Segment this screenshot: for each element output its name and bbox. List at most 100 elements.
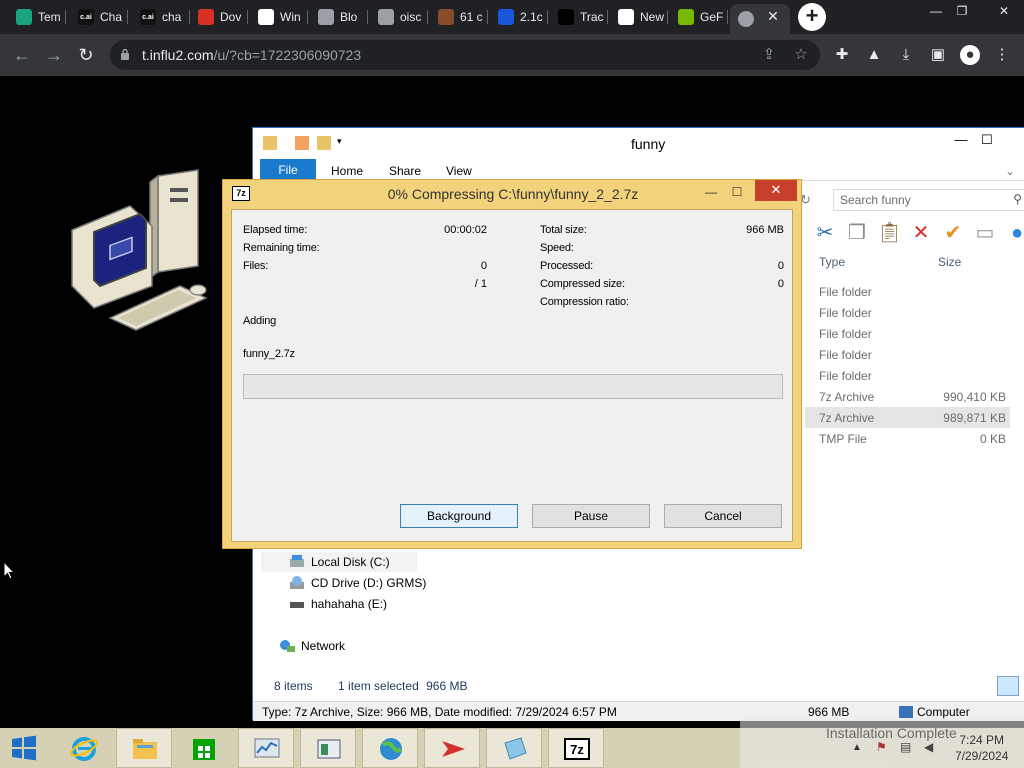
tab-1[interactable]: c.ai Cha <box>70 3 128 31</box>
download-icon[interactable]: ⤓ <box>896 45 916 65</box>
tab-label: GeF <box>700 10 724 24</box>
taskbar-red-arrow-app[interactable] <box>424 728 480 768</box>
cancel-button[interactable]: Cancel <box>664 504 782 528</box>
tab-7[interactable]: 61 c <box>430 3 488 31</box>
compress-progress-dialog: 7z 0% Compressing C:\funny\funny_2_2.7z … <box>222 179 802 549</box>
taskbar-control-panel[interactable] <box>300 728 356 768</box>
compression-progress-bar <box>243 374 783 399</box>
taskbar-internet-explorer[interactable] <box>56 728 112 768</box>
compressed-size-value: 0 <box>777 278 784 290</box>
profile-icon[interactable]: ● <box>960 45 980 65</box>
details-size: 966 MB <box>808 705 850 719</box>
tab-view[interactable]: View <box>446 161 472 181</box>
explorer-minimize-icon[interactable]: — <box>951 130 971 150</box>
search-input[interactable]: Search funny ⚲ <box>833 189 1024 211</box>
cut-icon[interactable]: ✂ <box>813 220 837 246</box>
tab-0[interactable]: Tem <box>8 3 66 31</box>
start-button[interactable] <box>0 728 56 768</box>
network-tray-icon[interactable]: ▤ <box>900 740 914 754</box>
tab-separator <box>367 10 368 24</box>
nav-item-hahahaha-drive[interactable]: hahahaha (E:) <box>289 594 387 614</box>
tab-file[interactable]: File <box>260 159 316 181</box>
back-icon[interactable]: ← <box>10 43 34 67</box>
new-tab-button[interactable]: + <box>798 3 826 31</box>
taskbar-notepad[interactable] <box>486 728 542 768</box>
tab-share[interactable]: Share <box>389 161 421 181</box>
file-row[interactable]: File folder <box>805 344 1010 365</box>
tab-3[interactable]: Dov <box>190 3 248 31</box>
labs-icon[interactable]: ▲ <box>864 45 884 65</box>
file-row[interactable]: File folder <box>805 281 1010 302</box>
file-type: 7z Archive <box>819 390 875 404</box>
tab-label: New <box>640 10 665 24</box>
background-button[interactable]: Background <box>400 504 518 528</box>
flag-icon[interactable]: ⚑ <box>876 740 890 754</box>
open-icon[interactable]: ● <box>1005 220 1024 246</box>
volume-icon[interactable]: ◀ <box>924 740 938 754</box>
file-row[interactable]: File folder <box>805 365 1010 386</box>
action-text: Adding <box>243 315 277 327</box>
tab-5[interactable]: Blo <box>310 3 368 31</box>
column-header-size[interactable]: Size <box>938 255 961 269</box>
reload-icon[interactable]: ↻ <box>74 43 98 67</box>
tab-4[interactable]: Win <box>250 3 308 31</box>
explorer-title-bar: ▾ funny — ☐ <box>253 128 1024 159</box>
bookmark-star-icon[interactable]: ☆ <box>792 46 810 64</box>
tab-label: Blo <box>340 10 358 24</box>
nav-item-network[interactable]: Network <box>279 636 345 656</box>
file-explorer-icon <box>133 739 157 759</box>
taskbar-store[interactable] <box>176 728 232 768</box>
select-icon[interactable]: ▭ <box>973 220 997 246</box>
nav-item-cd-drive[interactable]: CD Drive (D:) GRMS) <box>289 573 426 593</box>
extensions-icon[interactable]: ✚ <box>832 45 852 65</box>
dialog-minimize-icon[interactable]: — <box>701 182 721 202</box>
close-window-icon[interactable]: ✕ <box>988 0 1020 22</box>
details-view-icon[interactable] <box>997 676 1019 696</box>
tab-9[interactable]: Trac <box>550 3 608 31</box>
tray-expand-icon[interactable]: ▲ <box>852 742 862 753</box>
mouse-cursor-icon <box>3 561 15 580</box>
tab-home[interactable]: Home <box>331 161 363 181</box>
address-bar[interactable]: t.influ2.com/u/?cb=1722306090723 ⇪ ☆ <box>110 40 820 70</box>
restore-icon[interactable]: ❐ <box>946 0 978 22</box>
tab-11[interactable]: GeF <box>670 3 728 31</box>
file-row[interactable]: File folder <box>805 302 1010 323</box>
close-tab-icon[interactable]: ✕ <box>764 7 782 25</box>
forward-icon[interactable]: → <box>42 43 66 67</box>
taskbar-7zip[interactable]: 7z <box>548 728 604 768</box>
dialog-maximize-icon[interactable]: ☐ <box>727 182 747 202</box>
pause-button[interactable]: Pause <box>532 504 650 528</box>
system-clock[interactable]: 7:24 PM 7/29/2024 <box>955 732 1008 764</box>
column-header-type[interactable]: Type <box>819 255 845 269</box>
taskbar-performance-monitor[interactable] <box>238 728 294 768</box>
file-row[interactable]: 7z Archive 989,871 KB <box>805 407 1010 428</box>
file-type: File folder <box>819 348 872 362</box>
properties-icon[interactable] <box>295 136 309 150</box>
nav-item-local-disk[interactable]: Local Disk (C:) <box>261 552 417 572</box>
explorer-maximize-icon[interactable]: ☐ <box>977 130 997 150</box>
taskbar-globe-app[interactable] <box>362 728 418 768</box>
side-panel-icon[interactable]: ▣ <box>928 45 948 65</box>
folder-icon <box>263 136 277 150</box>
tab-8[interactable]: 2.1c <box>490 3 548 31</box>
processed-label: Processed: <box>540 260 594 272</box>
customize-quick-access-icon[interactable]: ▾ <box>337 136 351 150</box>
tab-separator <box>65 10 66 24</box>
file-size: 0 KB <box>979 432 1006 446</box>
tab-2[interactable]: c.ai cha <box>132 3 190 31</box>
share-icon[interactable]: ⇪ <box>760 46 778 64</box>
delete-icon[interactable]: ✕ <box>909 220 933 246</box>
ribbon-expand-icon[interactable]: ⌄ <box>1005 161 1015 181</box>
file-row[interactable]: File folder <box>805 323 1010 344</box>
dialog-close-button[interactable]: ✕ <box>755 180 797 201</box>
copy-icon[interactable]: ❐ <box>845 220 869 246</box>
tab-6[interactable]: oisc <box>370 3 428 31</box>
menu-icon[interactable]: ⋮ <box>992 45 1012 65</box>
paste-icon[interactable]: 📋︎ <box>877 220 902 246</box>
new-folder-icon[interactable] <box>317 136 331 150</box>
file-row[interactable]: 7z Archive 990,410 KB <box>805 386 1010 407</box>
taskbar-file-explorer[interactable] <box>116 728 172 768</box>
rename-icon[interactable]: ✔ <box>941 220 965 246</box>
tab-10[interactable]: New <box>610 3 668 31</box>
file-row[interactable]: TMP File 0 KB <box>805 428 1010 449</box>
